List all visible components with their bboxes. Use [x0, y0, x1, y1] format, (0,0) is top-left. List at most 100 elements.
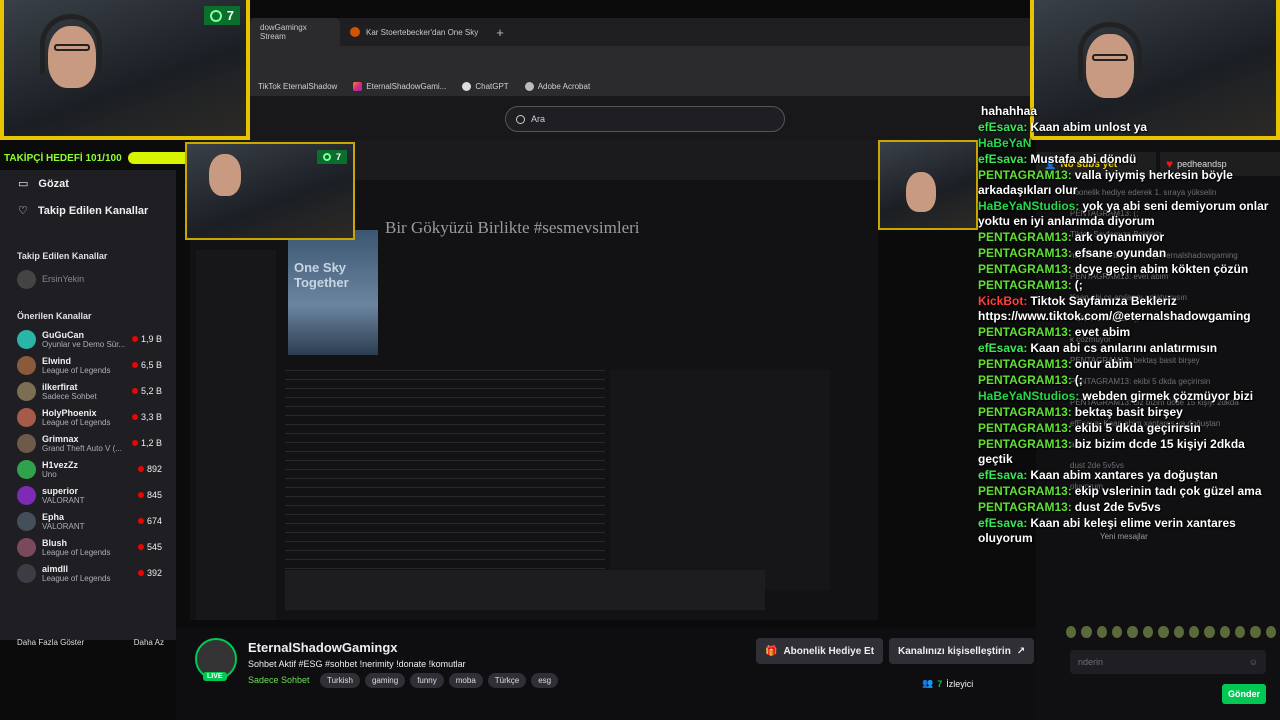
channel-category: VALORANT — [42, 495, 85, 505]
bookmark-tiktok[interactable]: TikTok EternalShadow — [258, 82, 337, 91]
viewer-number: 6,5 B — [140, 360, 162, 370]
chat-text: ark oynanmıyor — [1074, 230, 1165, 244]
stream-tag[interactable]: Turkish — [320, 673, 360, 688]
stream-tag[interactable]: funny — [410, 673, 444, 688]
chat-text: Kaan abi cs anılarını anlatırmısın — [1030, 341, 1218, 355]
bookmark-instagram[interactable]: EternalShadowGami... — [353, 81, 446, 91]
nav-browse[interactable]: ▭ Gözat — [0, 170, 176, 197]
person-icon — [209, 9, 222, 22]
stream-category[interactable]: Sadece Sohbet — [248, 675, 310, 685]
emote-icon[interactable] — [1173, 626, 1184, 638]
viewer-count: 1,2 B — [131, 438, 162, 448]
viewer-number: 845 — [146, 490, 162, 500]
emote-icon[interactable] — [1066, 626, 1077, 638]
viewer-number: 1,2 B — [140, 438, 162, 448]
viewer-number: 392 — [146, 568, 162, 578]
emote-icon[interactable] — [1158, 626, 1169, 638]
chat-overlay: hahahhaa efEsava: Kaan abim unlost ya HaBeY… — [978, 104, 1278, 547]
sidebar-channel-elwind[interactable]: Elwind League of Legends 6,5 B — [0, 352, 176, 378]
show-less-link[interactable]: Daha Az — [134, 638, 164, 647]
sidebar-channel-blush[interactable]: Blush League of Legends 545 — [0, 534, 176, 560]
emote-icon[interactable] — [1112, 626, 1123, 638]
chat-overlay-message: PENTAGRAM13: bektaş basit birşey — [978, 405, 1278, 420]
emote-icon[interactable] — [1265, 626, 1277, 638]
browser-tab[interactable]: Kar Stoertebecker'dan One Sky — [340, 18, 488, 46]
video-title: Bir Gökyüzü Birlikte #sesmevsimleri — [385, 218, 640, 237]
avatar — [17, 537, 36, 557]
customize-channel-button[interactable]: Kanalınızı kişiselleştirin ↗ — [889, 638, 1035, 664]
emoji-icon[interactable]: ☺ — [1249, 657, 1258, 667]
live-dot-icon — [137, 518, 144, 524]
tab-label: dowGamingx Stream — [260, 23, 307, 41]
album-art: One Sky Together — [288, 230, 378, 355]
sidebar-channel-ilkerfirat[interactable]: ilkerfirat Sadece Sohbet 5,2 B — [0, 378, 176, 404]
new-tab-icon[interactable]: + — [488, 25, 512, 40]
browser-tab[interactable]: dowGamingx Stream — [250, 18, 340, 46]
sidebar-channel-superior[interactable]: superior VALORANT 845 — [0, 482, 176, 508]
chat-text: Kaan abim xantares ya doğuştan — [1030, 468, 1218, 482]
bookmark-label: TikTok EternalShadow — [258, 81, 338, 91]
sidebar-channel-grimnax[interactable]: Grimnax Grand Theft Auto V (... 1,2 B — [0, 430, 176, 456]
emote-icon[interactable] — [1081, 626, 1092, 638]
chat-username: efEsava: — [978, 152, 1028, 166]
emote-icon[interactable] — [1127, 626, 1138, 638]
follower-count: 7 — [335, 152, 341, 162]
chat-username: PENTAGRAM13: — [978, 484, 1072, 498]
avatar — [17, 511, 36, 531]
sidebar-channel-aimdll[interactable]: aimdll League of Legends 392 — [0, 560, 176, 586]
send-button[interactable]: Gönder — [1222, 684, 1267, 704]
heart-icon: ♡ — [18, 205, 28, 217]
glasses — [54, 44, 90, 51]
person-icon — [322, 153, 331, 161]
album-title: One Sky Together — [294, 260, 349, 290]
sidebar-channel-h1vezzz[interactable]: H1vezZz Uno 892 — [0, 456, 176, 482]
address-bar[interactable] — [250, 46, 1030, 76]
person-icon: 👥 — [922, 678, 934, 688]
search-input[interactable]: Ara — [505, 106, 785, 132]
emote-icon[interactable] — [1204, 626, 1215, 638]
emote-icon[interactable] — [1234, 626, 1246, 638]
channel-name: Elwind — [42, 355, 71, 366]
stream-tag[interactable]: Türkçe — [487, 673, 527, 688]
recommended-list: GuGuCan Oyunlar ve Demo Sür... 1,9 B Elwind… — [0, 326, 176, 586]
nav-following[interactable]: ♡ Takip Edilen Kanallar — [0, 197, 176, 224]
chat-username: PENTAGRAM13: — [978, 437, 1072, 451]
stream-tag[interactable]: gaming — [364, 673, 406, 688]
emote-icon[interactable] — [1096, 626, 1108, 638]
chat-overlay-message: hahahhaa — [978, 104, 1278, 119]
viewer-number: 5,2 B — [140, 386, 162, 396]
live-dot-icon — [137, 466, 144, 472]
gift-icon: 🎁 — [765, 645, 778, 657]
emote-icon[interactable] — [1250, 626, 1261, 638]
chat-placeholder: nderin — [1078, 657, 1104, 667]
comments-panel — [610, 370, 830, 590]
chat-username: efEsava: — [978, 468, 1028, 482]
live-dot-icon — [137, 492, 144, 498]
bookmark-acrobat[interactable]: Adobe Acrobat — [524, 81, 590, 91]
gift-sub-button[interactable]: 🎁 Abonelik Hediye Et — [756, 638, 884, 664]
chat-overlay-message: efEsava: Kaan abim xantares ya doğuştan — [978, 468, 1278, 483]
emote-icon[interactable] — [1142, 626, 1154, 638]
chat-overlay-message: efEsava: Mustafa abi döndü — [978, 152, 1278, 167]
chat-input[interactable]: nderin ☺ — [1070, 650, 1266, 674]
external-link-icon: ↗ — [1016, 645, 1026, 657]
sidebar-channel-holyphoenix[interactable]: HolyPhoenix League of Legends 3,3 B — [0, 404, 176, 430]
bookmark-chatgpt[interactable]: ChatGPT — [462, 81, 509, 91]
emote-icon[interactable] — [1188, 626, 1200, 638]
show-more-link[interactable]: Daha Fazla Göster — [17, 638, 84, 647]
sidebar-channel-ersinyekin[interactable]: ErsinYekin — [0, 266, 176, 292]
channel-name: GuGuCan — [42, 329, 84, 340]
channel-name[interactable]: EternalShadowGamingx — [248, 640, 398, 655]
emote-icon[interactable] — [1219, 626, 1230, 638]
chat-overlay-message: PENTAGRAM13: efsane oyundan — [978, 246, 1278, 261]
chat-text: dcye geçin abim kökten çözün — [1074, 262, 1249, 276]
chat-overlay-message: PENTAGRAM13: evet abim — [978, 325, 1278, 340]
stream-tag[interactable]: moba — [448, 673, 483, 688]
viewer-label: İzleyici — [946, 678, 974, 689]
sidebar-channel-gugucan[interactable]: GuGuCan Oyunlar ve Demo Sür... 1,9 B — [0, 326, 176, 352]
webcam-nested-right — [878, 140, 978, 230]
live-dot-icon — [131, 388, 138, 394]
sidebar-channel-epha[interactable]: Epha VALORANT 674 — [0, 508, 176, 534]
stream-tag[interactable]: esg — [531, 673, 559, 688]
live-dot-icon — [131, 440, 138, 446]
